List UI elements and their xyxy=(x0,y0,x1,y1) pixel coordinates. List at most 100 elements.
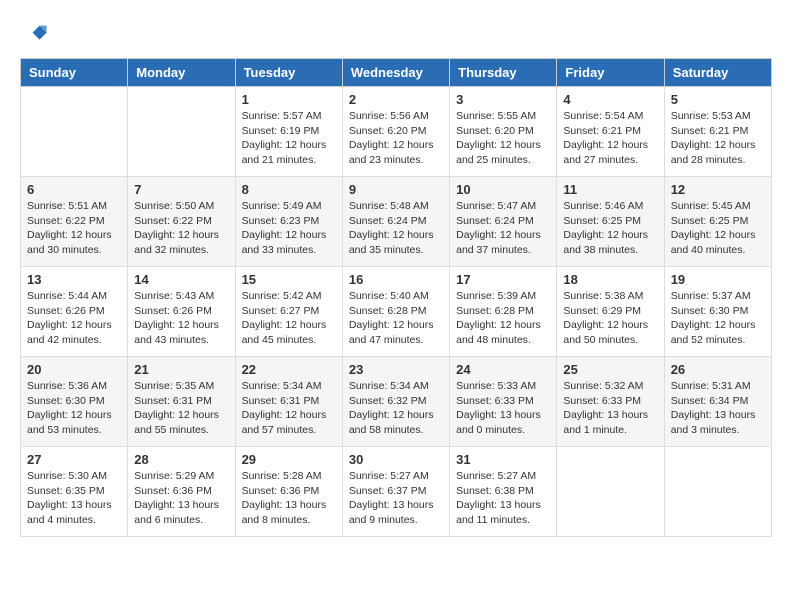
day-number: 8 xyxy=(242,182,336,197)
day-info: Sunrise: 5:40 AM Sunset: 6:28 PM Dayligh… xyxy=(349,289,443,348)
calendar-cell xyxy=(557,447,664,537)
calendar-cell: 3 Sunrise: 5:55 AM Sunset: 6:20 PM Daylig… xyxy=(450,87,557,177)
calendar-cell: 30 Sunrise: 5:27 AM Sunset: 6:37 PM Dayli… xyxy=(342,447,449,537)
day-info: Sunrise: 5:49 AM Sunset: 6:23 PM Dayligh… xyxy=(242,199,336,258)
calendar-week-row: 13 Sunrise: 5:44 AM Sunset: 6:26 PM Dayli… xyxy=(21,267,772,357)
day-info: Sunrise: 5:54 AM Sunset: 6:21 PM Dayligh… xyxy=(563,109,657,168)
day-info: Sunrise: 5:50 AM Sunset: 6:22 PM Dayligh… xyxy=(134,199,228,258)
day-info: Sunrise: 5:51 AM Sunset: 6:22 PM Dayligh… xyxy=(27,199,121,258)
logo-icon xyxy=(20,20,48,48)
day-number: 18 xyxy=(563,272,657,287)
calendar-cell: 24 Sunrise: 5:33 AM Sunset: 6:33 PM Dayli… xyxy=(450,357,557,447)
day-number: 25 xyxy=(563,362,657,377)
day-number: 11 xyxy=(563,182,657,197)
day-number: 19 xyxy=(671,272,765,287)
calendar-cell: 19 Sunrise: 5:37 AM Sunset: 6:30 PM Dayli… xyxy=(664,267,771,357)
day-number: 27 xyxy=(27,452,121,467)
day-number: 6 xyxy=(27,182,121,197)
day-info: Sunrise: 5:42 AM Sunset: 6:27 PM Dayligh… xyxy=(242,289,336,348)
day-info: Sunrise: 5:44 AM Sunset: 6:26 PM Dayligh… xyxy=(27,289,121,348)
col-header-friday: Friday xyxy=(557,59,664,87)
day-number: 23 xyxy=(349,362,443,377)
calendar-header-row: SundayMondayTuesdayWednesdayThursdayFrid… xyxy=(21,59,772,87)
day-info: Sunrise: 5:43 AM Sunset: 6:26 PM Dayligh… xyxy=(134,289,228,348)
day-info: Sunrise: 5:48 AM Sunset: 6:24 PM Dayligh… xyxy=(349,199,443,258)
calendar-cell: 6 Sunrise: 5:51 AM Sunset: 6:22 PM Daylig… xyxy=(21,177,128,267)
day-info: Sunrise: 5:36 AM Sunset: 6:30 PM Dayligh… xyxy=(27,379,121,438)
calendar-cell xyxy=(21,87,128,177)
col-header-sunday: Sunday xyxy=(21,59,128,87)
col-header-tuesday: Tuesday xyxy=(235,59,342,87)
day-number: 4 xyxy=(563,92,657,107)
page-header xyxy=(20,20,772,48)
calendar-cell: 10Sunrise: 5:47 AM Sunset: 6:24 PM Dayli… xyxy=(450,177,557,267)
logo xyxy=(20,20,52,48)
day-number: 7 xyxy=(134,182,228,197)
day-number: 17 xyxy=(456,272,550,287)
day-info: Sunrise: 5:46 AM Sunset: 6:25 PM Dayligh… xyxy=(563,199,657,258)
day-info: Sunrise: 5:32 AM Sunset: 6:33 PM Dayligh… xyxy=(563,379,657,438)
calendar-cell: 4 Sunrise: 5:54 AM Sunset: 6:21 PM Daylig… xyxy=(557,87,664,177)
calendar-cell: 31Sunrise: 5:27 AM Sunset: 6:38 PM Dayli… xyxy=(450,447,557,537)
day-number: 13 xyxy=(27,272,121,287)
calendar-cell: 7 Sunrise: 5:50 AM Sunset: 6:22 PM Daylig… xyxy=(128,177,235,267)
calendar-cell: 23Sunrise: 5:34 AM Sunset: 6:32 PM Dayli… xyxy=(342,357,449,447)
calendar-week-row: 6 Sunrise: 5:51 AM Sunset: 6:22 PM Daylig… xyxy=(21,177,772,267)
calendar-cell: 1 Sunrise: 5:57 AM Sunset: 6:19 PM Daylig… xyxy=(235,87,342,177)
calendar-cell: 16 Sunrise: 5:40 AM Sunset: 6:28 PM Dayli… xyxy=(342,267,449,357)
day-number: 28 xyxy=(134,452,228,467)
calendar-cell: 18 Sunrise: 5:38 AM Sunset: 6:29 PM Dayli… xyxy=(557,267,664,357)
col-header-monday: Monday xyxy=(128,59,235,87)
calendar-cell: 27 Sunrise: 5:30 AM Sunset: 6:35 PM Dayli… xyxy=(21,447,128,537)
day-info: Sunrise: 5:53 AM Sunset: 6:21 PM Dayligh… xyxy=(671,109,765,168)
calendar-cell: 15 Sunrise: 5:42 AM Sunset: 6:27 PM Dayli… xyxy=(235,267,342,357)
calendar-cell: 26 Sunrise: 5:31 AM Sunset: 6:34 PM Dayli… xyxy=(664,357,771,447)
calendar-cell: 29Sunrise: 5:28 AM Sunset: 6:36 PM Dayli… xyxy=(235,447,342,537)
day-number: 20 xyxy=(27,362,121,377)
day-number: 14 xyxy=(134,272,228,287)
calendar-cell: 12Sunrise: 5:45 AM Sunset: 6:25 PM Dayli… xyxy=(664,177,771,267)
calendar-week-row: 20 Sunrise: 5:36 AM Sunset: 6:30 PM Dayli… xyxy=(21,357,772,447)
calendar-cell: 11 Sunrise: 5:46 AM Sunset: 6:25 PM Dayli… xyxy=(557,177,664,267)
day-info: Sunrise: 5:30 AM Sunset: 6:35 PM Dayligh… xyxy=(27,469,121,528)
col-header-wednesday: Wednesday xyxy=(342,59,449,87)
calendar-cell: 17Sunrise: 5:39 AM Sunset: 6:28 PM Dayli… xyxy=(450,267,557,357)
day-number: 5 xyxy=(671,92,765,107)
day-info: Sunrise: 5:29 AM Sunset: 6:36 PM Dayligh… xyxy=(134,469,228,528)
day-number: 16 xyxy=(349,272,443,287)
day-info: Sunrise: 5:31 AM Sunset: 6:34 PM Dayligh… xyxy=(671,379,765,438)
day-number: 24 xyxy=(456,362,550,377)
day-number: 22 xyxy=(242,362,336,377)
calendar-cell xyxy=(128,87,235,177)
calendar-cell xyxy=(664,447,771,537)
day-number: 9 xyxy=(349,182,443,197)
day-number: 15 xyxy=(242,272,336,287)
day-info: Sunrise: 5:33 AM Sunset: 6:33 PM Dayligh… xyxy=(456,379,550,438)
calendar-week-row: 27 Sunrise: 5:30 AM Sunset: 6:35 PM Dayli… xyxy=(21,447,772,537)
day-number: 21 xyxy=(134,362,228,377)
day-info: Sunrise: 5:55 AM Sunset: 6:20 PM Dayligh… xyxy=(456,109,550,168)
col-header-saturday: Saturday xyxy=(664,59,771,87)
day-info: Sunrise: 5:37 AM Sunset: 6:30 PM Dayligh… xyxy=(671,289,765,348)
calendar-cell: 5 Sunrise: 5:53 AM Sunset: 6:21 PM Daylig… xyxy=(664,87,771,177)
day-info: Sunrise: 5:38 AM Sunset: 6:29 PM Dayligh… xyxy=(563,289,657,348)
calendar-cell: 14 Sunrise: 5:43 AM Sunset: 6:26 PM Dayli… xyxy=(128,267,235,357)
day-info: Sunrise: 5:57 AM Sunset: 6:19 PM Dayligh… xyxy=(242,109,336,168)
calendar-cell: 13 Sunrise: 5:44 AM Sunset: 6:26 PM Dayli… xyxy=(21,267,128,357)
day-number: 26 xyxy=(671,362,765,377)
calendar-cell: 9 Sunrise: 5:48 AM Sunset: 6:24 PM Daylig… xyxy=(342,177,449,267)
day-info: Sunrise: 5:27 AM Sunset: 6:37 PM Dayligh… xyxy=(349,469,443,528)
day-number: 30 xyxy=(349,452,443,467)
calendar-cell: 2 Sunrise: 5:56 AM Sunset: 6:20 PM Daylig… xyxy=(342,87,449,177)
day-number: 31 xyxy=(456,452,550,467)
calendar-cell: 21Sunrise: 5:35 AM Sunset: 6:31 PM Dayli… xyxy=(128,357,235,447)
day-number: 2 xyxy=(349,92,443,107)
col-header-thursday: Thursday xyxy=(450,59,557,87)
calendar-cell: 22Sunrise: 5:34 AM Sunset: 6:31 PM Dayli… xyxy=(235,357,342,447)
day-number: 3 xyxy=(456,92,550,107)
day-info: Sunrise: 5:56 AM Sunset: 6:20 PM Dayligh… xyxy=(349,109,443,168)
day-number: 10 xyxy=(456,182,550,197)
day-number: 12 xyxy=(671,182,765,197)
calendar-week-row: 1 Sunrise: 5:57 AM Sunset: 6:19 PM Daylig… xyxy=(21,87,772,177)
day-number: 1 xyxy=(242,92,336,107)
